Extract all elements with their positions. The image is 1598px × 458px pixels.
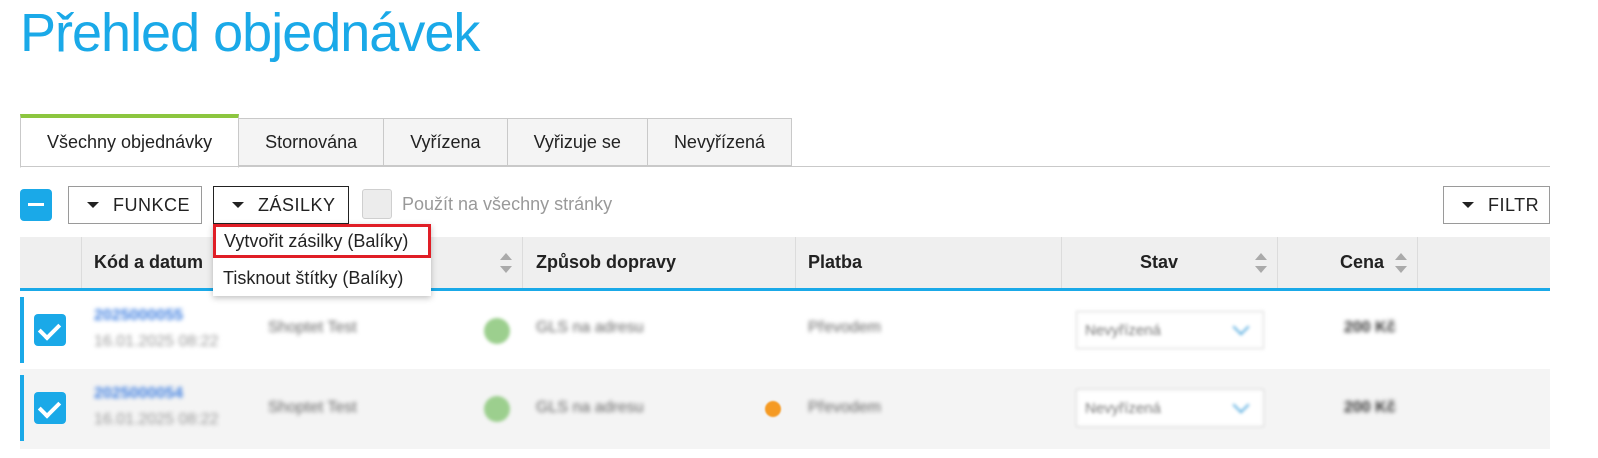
deselect-all-checkbox[interactable] <box>20 189 52 221</box>
customer-status-icon <box>484 396 510 422</box>
page-title: Přehled objednávek <box>20 3 480 63</box>
shipping-method: GLS na adresu <box>536 319 644 336</box>
customer-status-icon <box>484 318 510 344</box>
payment-method: Převodem <box>808 319 881 336</box>
row-selected-indicator <box>20 297 24 363</box>
order-tabs: Všechny objednávky Stornována Vyřízena V… <box>20 114 792 168</box>
funkce-label: FUNKCE <box>113 194 191 215</box>
header-status[interactable]: Stav <box>1140 237 1178 288</box>
sort-icon[interactable] <box>1255 253 1267 273</box>
row-checkbox[interactable] <box>34 392 66 424</box>
tab-all-orders[interactable]: Všechny objednávky <box>20 114 240 168</box>
sort-icon[interactable] <box>500 253 512 273</box>
chevron-down-icon <box>1232 318 1250 336</box>
status-select[interactable]: Nevyřízená <box>1076 389 1264 427</box>
tab-pending[interactable]: Nevyřízená <box>647 118 792 166</box>
row-selected-indicator <box>20 375 24 441</box>
zasilky-button[interactable]: ZÁSILKY <box>213 186 349 224</box>
order-price: 200 Kč <box>1344 319 1396 336</box>
caret-down-icon <box>1462 202 1474 208</box>
tabs-divider <box>20 166 1550 167</box>
caret-down-icon <box>87 202 99 208</box>
menu-item-create-shipments[interactable]: Vytvořit zásilky (Balíky) <box>213 224 431 258</box>
header-payment[interactable]: Platba <box>808 237 862 288</box>
order-price: 200 Kč <box>1344 399 1396 416</box>
column-separator <box>1417 237 1418 288</box>
filter-label: FILTR <box>1488 194 1540 215</box>
header-code-date[interactable]: Kód a datum <box>94 237 203 288</box>
column-separator <box>522 237 523 288</box>
order-date: 16.01.2025 08:22 <box>94 333 219 350</box>
funkce-button[interactable]: FUNKCE <box>68 186 202 224</box>
column-separator <box>81 237 82 288</box>
table-row[interactable]: 2025000055 16.01.2025 08:22 Shoptet Test… <box>20 291 1550 369</box>
column-separator <box>1277 237 1278 288</box>
header-shipping[interactable]: Způsob dopravy <box>536 237 676 288</box>
shipping-method: GLS na adresu <box>536 399 644 416</box>
order-code[interactable]: 2025000055 <box>94 307 183 325</box>
sort-icon[interactable] <box>1395 253 1407 273</box>
menu-item-print-labels[interactable]: Tisknout štítky (Balíky) <box>213 261 431 295</box>
zasilky-dropdown-menu: Vytvořit zásilky (Balíky) Tisknout štítk… <box>213 224 431 296</box>
column-separator <box>795 237 796 288</box>
zasilky-label: ZÁSILKY <box>258 194 336 215</box>
apply-all-pages-checkbox[interactable] <box>362 189 392 219</box>
caret-down-icon <box>232 202 244 208</box>
chevron-down-icon <box>1232 396 1250 414</box>
minus-icon <box>28 203 44 206</box>
header-price[interactable]: Cena <box>1340 237 1384 288</box>
shipping-warning-icon <box>765 401 781 417</box>
column-separator <box>1061 237 1062 288</box>
payment-method: Převodem <box>808 399 881 416</box>
status-select[interactable]: Nevyřízená <box>1076 311 1264 349</box>
table-row[interactable]: 2025000054 16.01.2025 08:22 Shoptet Test… <box>20 369 1550 449</box>
tab-in-progress[interactable]: Vyřizuje se <box>507 118 648 166</box>
status-select-value: Nevyřízená <box>1085 322 1161 339</box>
customer-name: Shoptet Test <box>268 399 357 416</box>
tab-cancelled[interactable]: Stornována <box>239 118 385 166</box>
apply-all-pages-label: Použít na všechny stránky <box>402 194 613 214</box>
tab-completed[interactable]: Vyřízena <box>384 118 508 166</box>
status-select-value: Nevyřízená <box>1085 400 1161 417</box>
row-checkbox[interactable] <box>34 314 66 346</box>
order-date: 16.01.2025 08:22 <box>94 411 219 428</box>
filter-button[interactable]: FILTR <box>1443 186 1550 224</box>
customer-name: Shoptet Test <box>268 319 357 336</box>
order-code[interactable]: 2025000054 <box>94 385 183 403</box>
